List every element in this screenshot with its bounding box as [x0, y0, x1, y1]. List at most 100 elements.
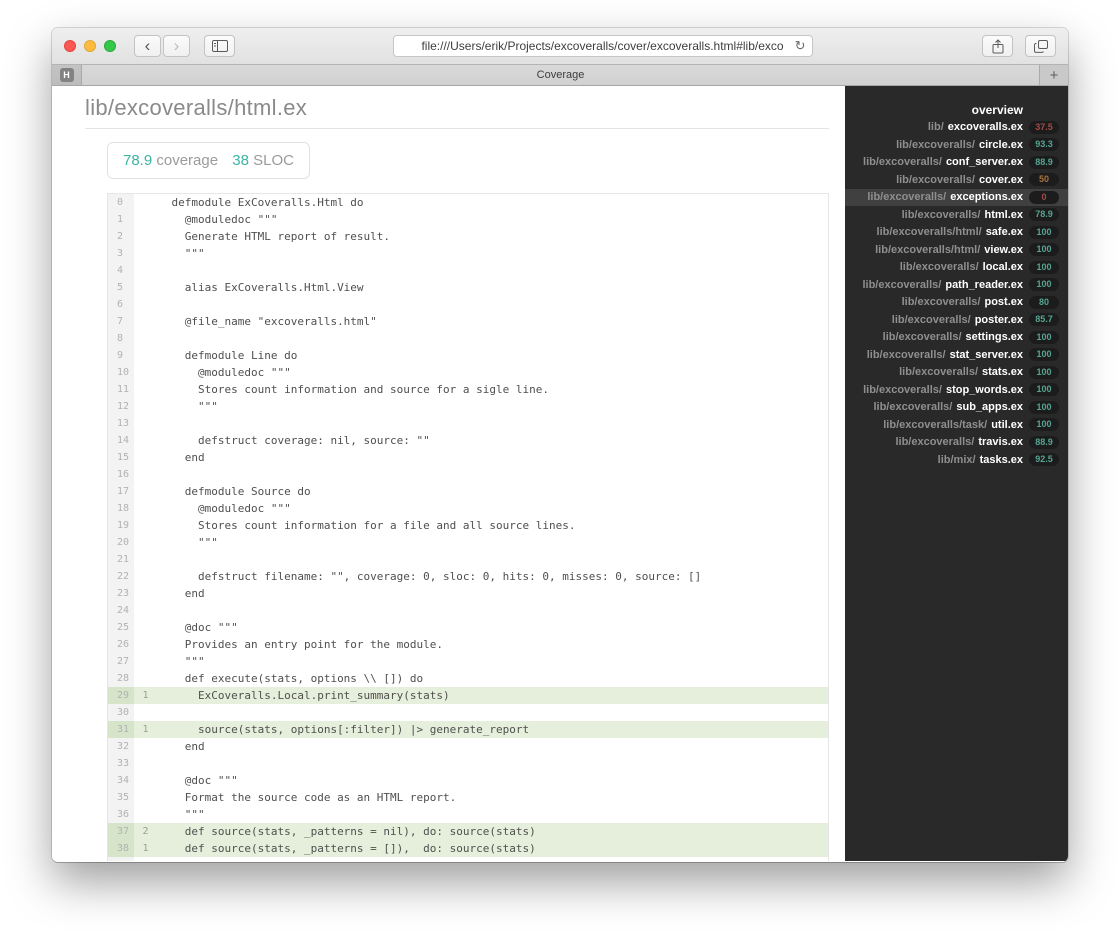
code-text: @moduledoc """ — [171, 213, 278, 226]
file-directory: lib/ — [927, 121, 944, 134]
coverage-badge: 100 — [1029, 260, 1059, 274]
code-line: 27 """ — [107, 653, 829, 670]
file-name: stats.ex — [982, 366, 1023, 379]
sidebar-item-sub_apps-ex[interactable]: lib/excoveralls/sub_apps.ex 100 — [845, 399, 1068, 417]
file-directory: lib/excoveralls/ — [896, 173, 975, 186]
line-number: 15 — [107, 449, 134, 466]
code-line: 26 Provides an entry point for the modul… — [107, 636, 829, 653]
file-directory: lib/excoveralls/html/ — [876, 226, 982, 239]
code-line: 21 — [107, 551, 829, 568]
sloc-count: 38 — [232, 152, 249, 169]
address-bar[interactable]: file:///Users/erik/Projects/excoveralls/… — [392, 35, 813, 57]
sidebar-item-travis-ex[interactable]: lib/excoveralls/travis.ex 88.9 — [845, 434, 1068, 452]
sidebar-item-stat_server-ex[interactable]: lib/excoveralls/stat_server.ex 100 — [845, 346, 1068, 364]
line-number: 26 — [107, 636, 134, 653]
sidebar-item-post-ex[interactable]: lib/excoveralls/post.ex 80 — [845, 294, 1068, 312]
sidebar-item-overview[interactable]: overview — [845, 101, 1068, 119]
hit-count — [134, 432, 164, 449]
line-number: 10 — [107, 364, 134, 381]
hit-count — [134, 653, 164, 670]
sidebar-item-tasks-ex[interactable]: lib/mix/tasks.ex 92.5 — [845, 451, 1068, 469]
sidebar-toggle-button[interactable] — [204, 35, 235, 57]
sidebar-item-circle-ex[interactable]: lib/excoveralls/circle.ex 93.3 — [845, 136, 1068, 154]
line-number: 2 — [107, 228, 134, 245]
file-directory: lib/excoveralls/ — [901, 296, 981, 309]
line-number: 27 — [107, 653, 134, 670]
code-text: Provides an entry point for the module. — [171, 638, 444, 651]
code-line: 15 end — [107, 449, 829, 466]
sidebar-item-conf_server-ex[interactable]: lib/excoveralls/conf_server.ex 88.9 — [845, 154, 1068, 172]
coverage-badge: 100 — [1029, 365, 1059, 379]
hit-count — [134, 483, 164, 500]
sidebar-item-path_reader-ex[interactable]: lib/excoveralls/path_reader.ex 100 — [845, 276, 1068, 294]
code-table-body: 0 defmodule ExCoveralls.Html do 1 @moduled… — [107, 193, 829, 861]
hit-count — [134, 347, 164, 364]
sidebar-item-exceptions-ex[interactable]: lib/excoveralls/exceptions.ex 0 — [845, 188, 1068, 206]
hit-count — [134, 262, 164, 279]
coverage-badge: 100 — [1029, 243, 1059, 257]
file-name: excoveralls.ex — [947, 121, 1023, 134]
hit-count — [134, 670, 164, 687]
sidebar-item-settings-ex[interactable]: lib/excoveralls/settings.ex 100 — [845, 329, 1068, 347]
hit-count — [134, 636, 164, 653]
pinned-tab[interactable]: H — [52, 65, 82, 85]
file-directory: lib/excoveralls/ — [866, 348, 946, 361]
sidebar-item-view-ex[interactable]: lib/excoveralls/html/view.ex 100 — [845, 241, 1068, 259]
new-tab-button[interactable]: + — [1039, 65, 1068, 85]
sidebar-item-stop_words-ex[interactable]: lib/excoveralls/stop_words.ex 100 — [845, 381, 1068, 399]
code-line: 24 — [107, 602, 829, 619]
code-text: defstruct coverage: nil, source: "" — [171, 434, 430, 447]
hit-count — [134, 619, 164, 636]
tab-coverage[interactable]: Coverage — [82, 65, 1039, 85]
nav-buttons: ‹ › — [134, 35, 190, 57]
code-text: Format the source code as an HTML report… — [171, 791, 457, 804]
code-line: 10 @moduledoc """ — [107, 364, 829, 381]
file-name: poster.ex — [974, 313, 1023, 326]
forward-icon: › — [173, 35, 180, 55]
line-number: 24 — [107, 602, 134, 619]
hit-count — [134, 296, 164, 313]
code-text — [164, 755, 829, 772]
hit-count — [134, 228, 164, 245]
code-text: def source(stats, _patterns = nil), do: … — [163, 823, 829, 840]
title-divider — [85, 128, 829, 129]
code-line: 37 2 def source(stats, _patterns = nil), … — [107, 823, 829, 840]
hit-count — [134, 211, 164, 228]
code-line: 8 — [107, 330, 829, 347]
code-text: """ — [171, 655, 205, 668]
close-window-button[interactable] — [64, 40, 76, 52]
forward-button[interactable]: › — [163, 35, 190, 57]
sidebar-item-excoveralls-ex[interactable]: lib/excoveralls.ex 37.5 — [845, 119, 1068, 137]
show-tabs-button[interactable] — [1025, 35, 1056, 57]
code-text: def source(stats, _patterns = []), do: s… — [163, 840, 829, 857]
code-line: 31 1 source(stats, options[:filter]) |> g… — [107, 721, 829, 738]
sidebar-item-stats-ex[interactable]: lib/excoveralls/stats.ex 100 — [845, 364, 1068, 382]
file-name: sub_apps.ex — [956, 401, 1023, 414]
sidebar-item-util-ex[interactable]: lib/excoveralls/task/util.ex 100 — [845, 416, 1068, 434]
code-line: 23 end — [107, 585, 829, 602]
share-icon — [992, 38, 1003, 53]
sidebar-item-local-ex[interactable]: lib/excoveralls/local.ex 100 — [845, 259, 1068, 277]
line-number: 5 — [107, 279, 134, 296]
zoom-window-button[interactable] — [104, 40, 116, 52]
browser-toolbar: ‹ › file:///Users/erik/Projects/excovera… — [52, 28, 1068, 65]
coverage-badge: 80 — [1029, 295, 1059, 309]
url-text: file:///Users/erik/Projects/excoveralls/… — [421, 39, 784, 53]
line-number: 0 — [107, 193, 134, 211]
hit-count — [134, 789, 164, 806]
tab-title: Coverage — [536, 69, 585, 81]
hit-count — [134, 415, 164, 432]
sidebar-item-cover-ex[interactable]: lib/excoveralls/cover.ex 50 — [845, 171, 1068, 189]
code-text: defmodule ExCoveralls.Html do — [171, 196, 364, 209]
code-text: defmodule Source do — [171, 485, 311, 498]
sidebar-item-poster-ex[interactable]: lib/excoveralls/poster.ex 85.7 — [845, 311, 1068, 329]
sidebar-item-html-ex[interactable]: lib/excoveralls/html.ex 78.9 — [845, 206, 1068, 224]
back-button[interactable]: ‹ — [134, 35, 161, 57]
sidebar-item-safe-ex[interactable]: lib/excoveralls/html/safe.ex 100 — [845, 224, 1068, 242]
plus-icon: + — [1049, 66, 1059, 84]
reload-icon[interactable]: ↻ — [795, 38, 806, 54]
file-name: circle.ex — [978, 138, 1023, 151]
share-button[interactable] — [982, 35, 1013, 57]
minimize-window-button[interactable] — [84, 40, 96, 52]
file-directory: lib/mix/ — [937, 453, 976, 466]
